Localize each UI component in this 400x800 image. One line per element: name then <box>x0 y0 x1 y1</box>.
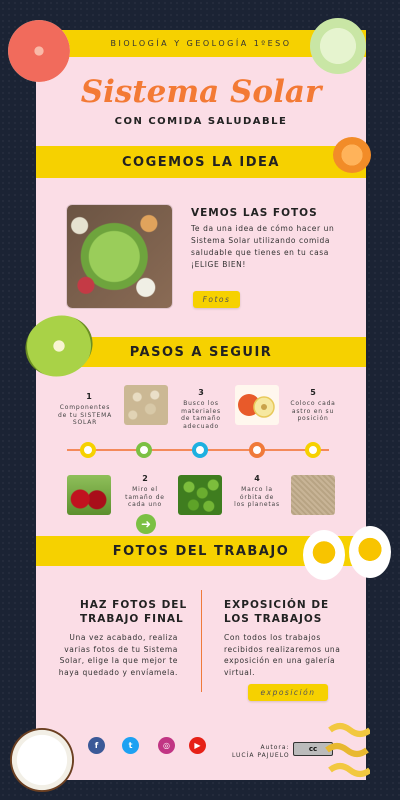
chickpeas-photo <box>124 385 168 425</box>
timeline-dot-3 <box>192 442 208 458</box>
step-3-text: Busco los materiales de tamaño adecuado <box>181 400 221 430</box>
step-4-number: 4 <box>254 474 260 483</box>
coconut-illustration <box>10 728 74 792</box>
step-5-number: 5 <box>310 388 316 397</box>
facebook-icon[interactable]: f <box>88 737 105 754</box>
cucumber-illustration <box>310 18 366 74</box>
section-title-idea: COGEMOS LA IDEA <box>122 154 280 170</box>
twitter-icon[interactable]: t <box>122 737 139 754</box>
exposicion-button[interactable]: exposición <box>248 684 328 701</box>
exhibition-heading: EXPOSICIÓN DE LOS TRABAJOS <box>224 599 330 625</box>
timeline-dot-2 <box>136 442 152 458</box>
cherries-photo <box>67 475 111 515</box>
author-credit: Autora: LUCÍA PAJUELO <box>232 744 290 760</box>
step-2-number: 2 <box>142 474 148 483</box>
carrot-illustration <box>333 137 371 173</box>
course-label: BIOLOGÍA Y GEOLOGÍA 1ºESO <box>110 39 292 48</box>
egg-illustration-2 <box>349 526 391 578</box>
page-subtitle: CON COMIDA SALUDABLE <box>114 116 288 127</box>
author-label: Autora: <box>260 744 290 751</box>
grapefruit-illustration <box>8 20 70 82</box>
fotos-description: Te da una idea de cómo hacer un Sistema … <box>191 224 335 269</box>
instagram-icon[interactable]: ◎ <box>158 737 175 754</box>
column-divider <box>201 590 202 692</box>
salad-photo <box>67 205 172 308</box>
peas-photo <box>178 475 222 515</box>
timeline-dot-4 <box>249 442 265 458</box>
step-3-number: 3 <box>198 388 204 397</box>
section-title-work: FOTOS DEL TRABAJO <box>112 543 290 559</box>
step-1-number: 1 <box>86 392 92 401</box>
timeline-dot-5 <box>305 442 321 458</box>
final-photo-text: Una vez acabado, realiza varias fotos de… <box>58 633 178 677</box>
youtube-icon[interactable]: ▶ <box>189 737 206 754</box>
step-5-text: Coloco cada astro en su posición <box>290 400 336 422</box>
pasta-illustration <box>325 720 372 782</box>
sand-texture-photo <box>291 475 335 515</box>
step-1-text: Componentes de tu SISTEMA SOLAR <box>58 404 112 426</box>
section-band-idea: COGEMOS LA IDEA <box>36 146 366 178</box>
apple-graphic <box>238 394 275 418</box>
apple-photo <box>235 385 279 425</box>
step-4-text: Marco la órbita de los planetas <box>234 486 280 508</box>
final-photo-heading: HAZ FOTOS DEL TRABAJO FINAL <box>80 599 188 625</box>
fotos-heading: VEMOS LAS FOTOS <box>191 207 318 219</box>
step-2-text: Miro el tamaño de cada uno <box>125 486 165 508</box>
arrow-right-icon[interactable]: ➜ <box>136 514 156 534</box>
timeline-dot-1 <box>80 442 96 458</box>
exhibition-text: Con todos los trabajos recibidos realiza… <box>224 633 341 677</box>
author-name: LUCÍA PAJUELO <box>232 752 290 759</box>
page-title: Sistema Solar <box>80 74 322 110</box>
fotos-button[interactable]: Fotos <box>193 291 240 308</box>
egg-illustration-1 <box>303 530 345 580</box>
section-title-steps: PASOS A SEGUIR <box>129 344 273 360</box>
